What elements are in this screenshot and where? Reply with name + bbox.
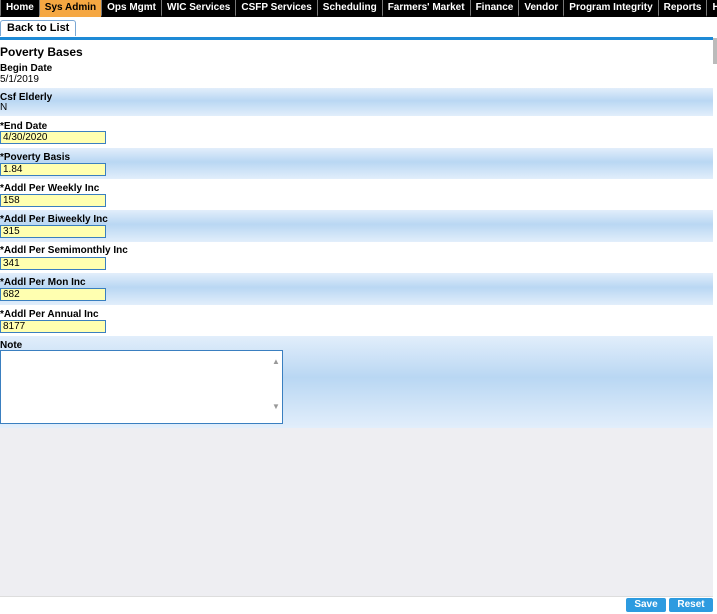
top-nav-bar: W S C D S Home Sys Admin Ops Mgmt WIC Se…	[0, 0, 717, 17]
nav-sys-admin[interactable]: Sys Admin	[38, 0, 102, 17]
content-background	[0, 428, 713, 596]
nav-program-integrity[interactable]: Program Integrity	[563, 0, 658, 17]
weekly-inc-row: *Addl Per Weekly Inc 158	[0, 179, 713, 210]
scrollbar[interactable]	[713, 38, 717, 64]
poverty-basis-row: *Poverty Basis 1.84	[0, 148, 713, 179]
poverty-basis-label: *Poverty Basis	[0, 152, 71, 163]
nav-ops-mgmt[interactable]: Ops Mgmt	[101, 0, 161, 17]
nav-csfp-services[interactable]: CSFP Services	[235, 0, 317, 17]
end-date-row: *End Date 4/30/2020	[0, 116, 713, 148]
monthly-inc-label: *Addl Per Mon Inc	[0, 277, 86, 288]
page-title: Poverty Bases	[0, 45, 83, 59]
save-button[interactable]: Save	[626, 598, 666, 612]
nav-home[interactable]: Home	[0, 0, 39, 17]
biweekly-inc-input[interactable]: 315	[0, 225, 106, 238]
semimonthly-inc-input[interactable]: 341	[0, 257, 106, 270]
nav-reports[interactable]: Reports	[657, 0, 707, 17]
begin-date-label: Begin Date	[0, 63, 53, 74]
semimonthly-inc-row: *Addl Per Semimonthly Inc 341	[0, 242, 713, 273]
poverty-basis-input[interactable]: 1.84	[0, 163, 106, 176]
back-to-list-button[interactable]: Back to List	[0, 20, 77, 36]
annual-inc-input[interactable]: 8177	[0, 320, 106, 333]
weekly-inc-input[interactable]: 158	[0, 194, 106, 207]
monthly-inc-row: *Addl Per Mon Inc 682	[0, 273, 713, 305]
scroll-up-icon[interactable]: ▲	[272, 357, 280, 366]
csf-elderly-value: N	[0, 102, 8, 113]
footer-divider	[0, 596, 713, 597]
annual-inc-row: *Addl Per Annual Inc 8177	[0, 305, 713, 336]
main-menu: Home Sys Admin Ops Mgmt WIC Services CSF…	[0, 0, 717, 17]
monthly-inc-input[interactable]: 682	[0, 288, 106, 301]
semimonthly-inc-label: *Addl Per Semimonthly Inc	[0, 245, 128, 256]
textarea-scrollbar[interactable]: ▲ ▼	[272, 357, 280, 417]
weekly-inc-label: *Addl Per Weekly Inc	[0, 183, 100, 194]
annual-inc-label: *Addl Per Annual Inc	[0, 309, 99, 320]
reset-button[interactable]: Reset	[669, 598, 713, 612]
nav-vendor[interactable]: Vendor	[518, 0, 564, 17]
biweekly-inc-row: *Addl Per Biweekly Inc 315	[0, 210, 713, 242]
nav-finance[interactable]: Finance	[469, 0, 519, 17]
nav-wic-services[interactable]: WIC Services	[161, 0, 236, 17]
begin-date-row: Begin Date 5/1/2019	[0, 60, 713, 88]
begin-date-value: 5/1/2019	[0, 74, 39, 85]
nav-help[interactable]: Help	[706, 0, 717, 17]
scroll-down-icon[interactable]: ▼	[272, 402, 280, 411]
csf-elderly-label: Csf Elderly	[0, 92, 53, 103]
csf-elderly-row: Csf Elderly N	[0, 88, 713, 116]
sub-toolbar: Back to List	[0, 17, 717, 37]
biweekly-inc-label: *Addl Per Biweekly Inc	[0, 214, 108, 225]
note-textarea[interactable]: ▲ ▼	[0, 350, 283, 424]
nav-farmers-market[interactable]: Farmers' Market	[381, 0, 470, 17]
nav-scheduling[interactable]: Scheduling	[316, 0, 382, 17]
divider	[0, 37, 713, 40]
end-date-input[interactable]: 4/30/2020	[0, 131, 106, 144]
